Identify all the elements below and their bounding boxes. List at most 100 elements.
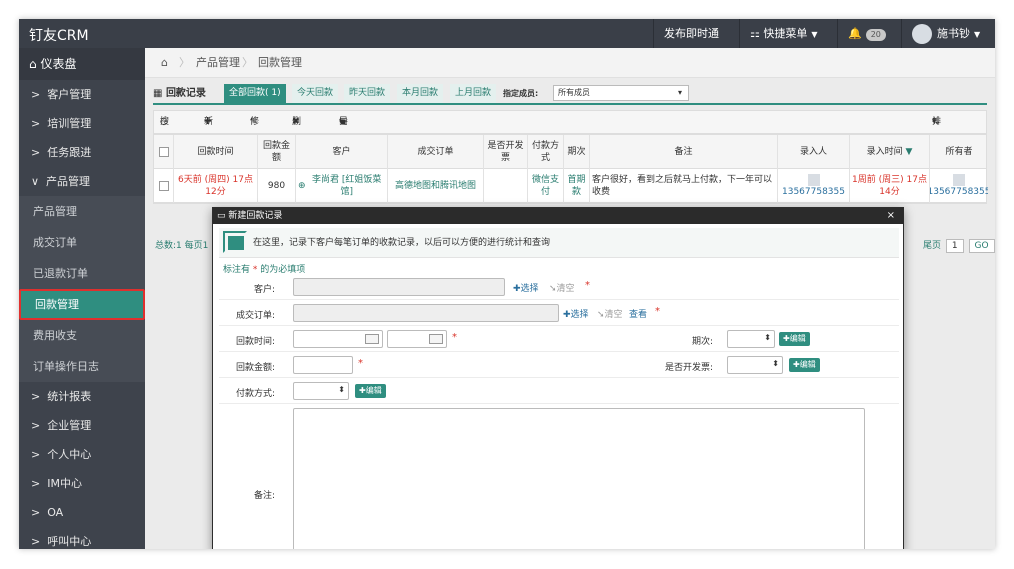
header-pay-method[interactable]: 付款方式 xyxy=(528,135,564,169)
header-order[interactable]: 成交订单 xyxy=(388,135,484,169)
sidebar-item-enterprise[interactable]: > 企业管理 xyxy=(19,411,145,440)
header-creator[interactable]: 录入人 xyxy=(778,135,850,169)
chevron-right-icon: > xyxy=(31,146,48,159)
sidebar-item-products[interactable]: ∨ 产品管理 xyxy=(19,167,145,196)
chevron-right-icon: > xyxy=(31,535,48,548)
term-edit-button[interactable]: ✚编辑 xyxy=(779,332,810,346)
chevron-down-icon: ∨ xyxy=(31,175,47,188)
pay-method-edit-button[interactable]: ✚编辑 xyxy=(355,384,386,398)
sidebar-item-im[interactable]: > IM中心 xyxy=(19,469,145,498)
sidebar-item-oa[interactable]: > OA xyxy=(19,498,145,527)
order-clear-link[interactable]: ➘清空 xyxy=(597,307,623,320)
tab-bar: ▦ 回款记录 全部回款( 1) 今天回款 昨天回款 本月回款 上月回款 指定成员… xyxy=(153,84,987,105)
brand-logo[interactable]: 钉友CRM xyxy=(29,25,89,45)
notification-count-badge: 20 xyxy=(865,29,886,41)
plus-icon: ✚ xyxy=(563,310,571,320)
row-checkbox[interactable] xyxy=(154,169,174,203)
sidebar-item-callcenter[interactable]: > 呼叫中心 xyxy=(19,527,145,549)
home-icon[interactable]: ⌂ xyxy=(161,48,168,78)
sidebar-item-dashboard[interactable]: ⌂ 仪表盘 xyxy=(19,48,145,80)
pager-go-button[interactable]: GO xyxy=(968,239,995,253)
sidebar-item-label: 任务跟进 xyxy=(47,146,92,159)
sidebar-sub-payment-manage[interactable]: 回款管理 xyxy=(19,289,145,320)
cell-order[interactable]: 高德地图和腾讯地图 xyxy=(388,169,484,203)
plus-icon: ✚ xyxy=(359,386,366,395)
time-input[interactable] xyxy=(387,330,447,348)
order-input[interactable] xyxy=(293,304,559,322)
sidebar-sub-order-log[interactable]: 订单操作日志 xyxy=(19,351,145,382)
chevron-down-icon: ▾ xyxy=(677,88,682,97)
customer-clear-link[interactable]: ➘清空 xyxy=(549,281,575,294)
invoice-edit-button[interactable]: ✚编辑 xyxy=(789,358,820,372)
order-view-link[interactable]: 查看 xyxy=(629,307,647,320)
page-input[interactable]: 1 xyxy=(945,239,964,253)
header-term[interactable]: 期次 xyxy=(564,135,590,169)
header-owner[interactable]: 所有者 xyxy=(930,135,988,169)
header-remark[interactable]: 备注 xyxy=(590,135,778,169)
close-icon[interactable]: × xyxy=(887,208,895,224)
term-select[interactable] xyxy=(727,330,775,348)
member-select[interactable]: 所有成员 ▾ xyxy=(553,85,689,101)
pay-method-select[interactable] xyxy=(293,382,349,400)
sidebar-item-label: 培训管理 xyxy=(47,117,92,130)
breadcrumb-products[interactable]: 产品管理 xyxy=(196,48,240,78)
table-row[interactable]: 6天前 (周四) 17点12分 980 ⊕ 李尚君 [红姐饭菜馆] 高德地图和腾… xyxy=(154,169,988,203)
dialog-header: ▭ 新建回款记录 × xyxy=(213,208,903,224)
tab-all-payments[interactable]: 全部回款( 1) xyxy=(224,84,286,103)
pager-last[interactable]: 尾页 xyxy=(923,241,941,251)
invoice-select[interactable] xyxy=(727,356,783,374)
order-select-link[interactable]: ✚选择 xyxy=(563,307,589,320)
form-row-order: 成交订单: ✚选择 ➘清空 查看 * xyxy=(219,300,899,326)
clear-icon: ➘ xyxy=(597,310,605,320)
date-input[interactable] xyxy=(293,330,383,348)
sidebar-item-label: IM中心 xyxy=(47,477,82,490)
top-bar: 钉友CRM 发布即时通知 ⚏ 快捷菜单▼ 🔔20 施书钞▼ xyxy=(19,19,995,69)
customer-select-link[interactable]: ✚选择 xyxy=(513,281,539,294)
tab-this-month[interactable]: 本月回款 xyxy=(397,84,444,103)
cell-creator: 13567758355 xyxy=(778,169,850,203)
user-menu[interactable]: 施书钞 ▼ xyxy=(901,19,995,48)
sidebar-sub-label: 回款管理 xyxy=(35,298,79,311)
calendar-icon[interactable] xyxy=(365,334,379,344)
sidebar-sub-expenses[interactable]: 费用收支 xyxy=(19,320,145,351)
sidebar-sub-product-manage[interactable]: 产品管理 xyxy=(19,196,145,227)
sidebar-sub-label: 订单操作日志 xyxy=(33,360,99,373)
edit-btn-label: 编辑 xyxy=(789,334,806,343)
tab-yesterday[interactable]: 昨天回款 xyxy=(344,84,391,103)
quick-menu-button[interactable]: ⚏ 快捷菜单 ▼ xyxy=(739,19,837,48)
header-time[interactable]: 回款时间 xyxy=(174,135,258,169)
plus-icon: ✚ xyxy=(793,360,800,369)
sidebar-item-label: OA xyxy=(47,506,64,519)
amount-input[interactable] xyxy=(293,356,353,374)
cell-creator-label: 13567758355 xyxy=(782,187,845,197)
sidebar-item-customers[interactable]: > 客户管理 xyxy=(19,80,145,109)
tab-today[interactable]: 今天回款 xyxy=(292,84,339,103)
cell-customer-label: 李尚君 [红姐饭菜馆] xyxy=(312,175,382,197)
order-label: 成交订单: xyxy=(235,311,275,321)
customer-label: 客户: xyxy=(253,285,275,295)
header-created-at[interactable]: 录入时间 ▼ xyxy=(850,135,930,169)
avatar xyxy=(912,24,932,44)
cell-customer[interactable]: ⊕ 李尚君 [红姐饭菜馆] xyxy=(296,169,388,203)
notifications-button[interactable]: 🔔 20 xyxy=(837,19,901,48)
select-all-checkbox[interactable] xyxy=(154,135,174,169)
avatar xyxy=(953,174,965,186)
customer-input[interactable] xyxy=(293,278,505,296)
sidebar-item-reports[interactable]: > 统计报表 xyxy=(19,382,145,411)
payment-table: 回款时间 回款金额 客户 成交订单 是否开发票 付款方式 期次 备注 录入人 录… xyxy=(153,134,988,204)
toolbar: ○搜索 ✚ 新建 ✎ 修改 ✖ 删除 ▣ 导出 ▾ ⇅ 排序 ▾ xyxy=(153,110,987,149)
header-amount[interactable]: 回款金额 xyxy=(258,135,296,169)
header-invoice[interactable]: 是否开发票 xyxy=(484,135,528,169)
remark-textarea[interactable] xyxy=(293,408,865,549)
sidebar-item-personal[interactable]: > 个人中心 xyxy=(19,440,145,469)
header-customer[interactable]: 客户 xyxy=(296,135,388,169)
sidebar-item-tasks[interactable]: > 任务跟进 xyxy=(19,138,145,167)
sidebar-item-training[interactable]: > 培训管理 xyxy=(19,109,145,138)
chevron-down-icon: ▼ xyxy=(811,30,818,39)
publish-notice-button[interactable]: 发布即时通知 xyxy=(653,19,739,69)
tab-last-month[interactable]: 上月回款 xyxy=(450,84,497,103)
clock-icon[interactable] xyxy=(429,334,443,344)
plus-icon: ✚ xyxy=(513,284,521,294)
sidebar-sub-orders[interactable]: 成交订单 xyxy=(19,227,145,258)
sidebar-sub-refunded-orders[interactable]: 已退款订单 xyxy=(19,258,145,289)
